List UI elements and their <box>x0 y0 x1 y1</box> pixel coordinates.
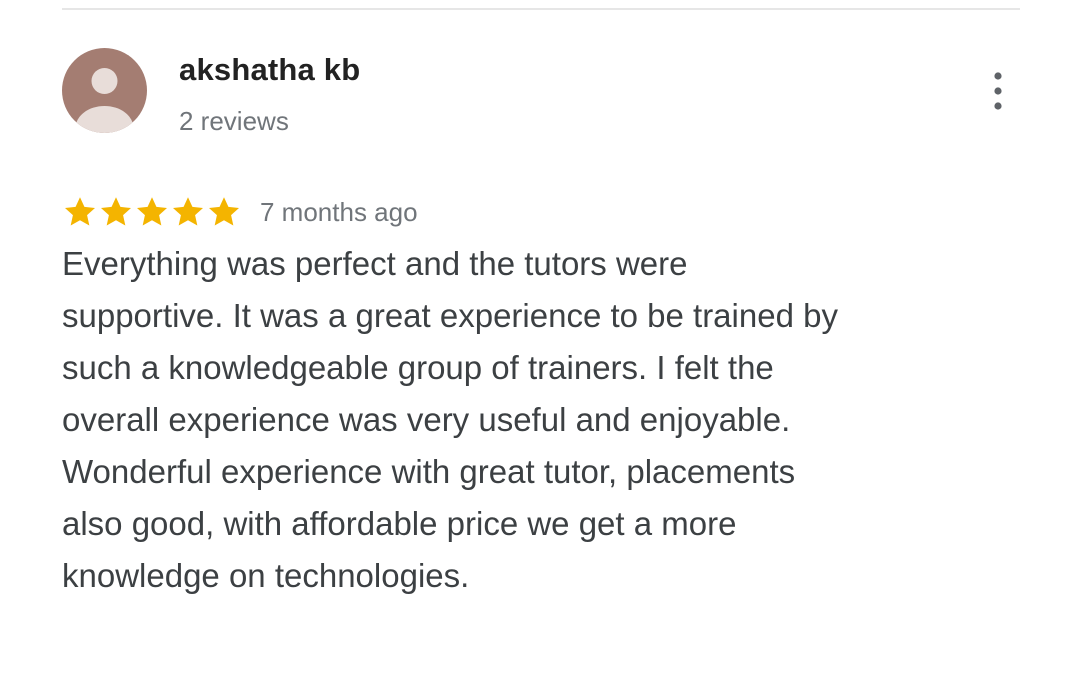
review-text-line: overall experience was very useful and e… <box>62 401 791 438</box>
star-icon <box>98 194 134 230</box>
star-icon <box>206 194 242 230</box>
review-text-line: supportive. It was a great experience to… <box>62 297 838 334</box>
review-text-line: Everything was perfect and the tutors we… <box>62 245 688 282</box>
star-icon <box>170 194 206 230</box>
rating-row: 7 months ago <box>62 190 418 234</box>
review-text-line: such a knowledgeable group of trainers. … <box>62 349 774 386</box>
star-icon <box>62 194 98 230</box>
person-avatar-icon <box>75 68 134 133</box>
star-rating <box>62 194 242 230</box>
review-text-line: Wonderful experience with great tutor, p… <box>62 453 796 490</box>
review-text-line: knowledge on technologies. <box>62 557 470 594</box>
review-count[interactable]: 2 reviews <box>179 106 289 137</box>
review-text: Everything was perfect and the tutors we… <box>62 238 962 602</box>
review-text-line: also good, with affordable price we get … <box>62 505 737 542</box>
reviewer-name[interactable]: akshatha kb <box>179 52 360 88</box>
avatar[interactable] <box>62 48 147 133</box>
review-card: akshatha kb 2 reviews 7 months ago Every… <box>0 0 1080 673</box>
star-icon <box>134 194 170 230</box>
review-time: 7 months ago <box>260 196 418 227</box>
more-vert-icon <box>994 72 1002 110</box>
more-options-button[interactable] <box>980 68 1016 114</box>
divider <box>62 8 1020 10</box>
